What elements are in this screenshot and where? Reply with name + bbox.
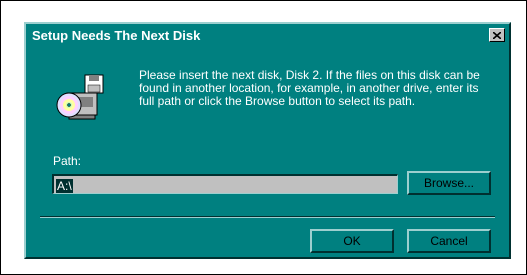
- dialog-title: Setup Needs The Next Disk: [32, 28, 201, 43]
- separator: [40, 216, 495, 218]
- close-icon: [493, 31, 501, 39]
- cancel-button-label: Cancel: [430, 234, 468, 248]
- cancel-button[interactable]: Cancel: [407, 229, 491, 253]
- title-bar[interactable]: Setup Needs The Next Disk: [28, 26, 507, 46]
- close-button[interactable]: [489, 28, 505, 42]
- instruction-text: Please insert the next disk, Disk 2. If …: [139, 68, 480, 108]
- setup-disk-computer-icon: [56, 74, 104, 120]
- setup-dialog: Setup Needs The Next Disk Please insert …: [24, 22, 511, 259]
- browse-button-label: Browse...: [423, 176, 474, 190]
- ok-button-label: OK: [343, 234, 361, 248]
- browse-button[interactable]: Browse...: [407, 171, 491, 195]
- path-label: Path:: [53, 154, 82, 168]
- path-input-value: A:\: [56, 179, 73, 193]
- ok-button[interactable]: OK: [310, 229, 394, 253]
- path-input[interactable]: A:\: [52, 174, 398, 194]
